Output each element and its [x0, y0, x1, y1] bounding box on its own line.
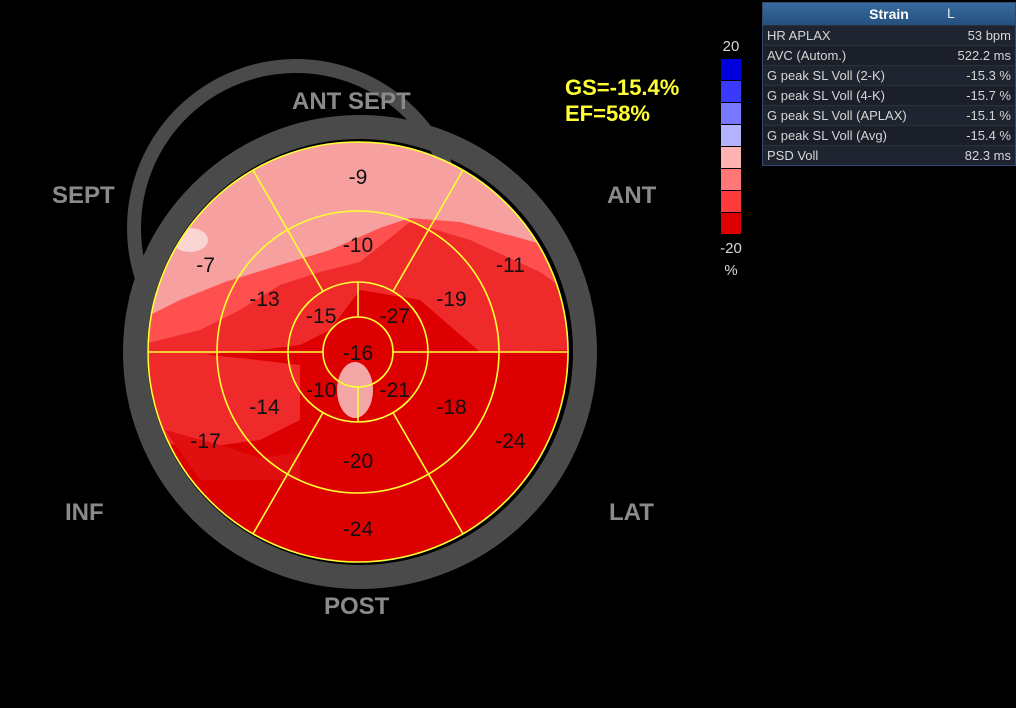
strain-panel-row: PSD Voll 82.3 ms [763, 145, 1015, 165]
apical-segment-value: -10 [306, 379, 336, 402]
scale-min-label: -20 [720, 240, 742, 257]
row-label: G peak SL Voll (2-K) [767, 68, 886, 83]
strain-panel: Strain L HR APLAX 53 bpm AVC (Autom.) 522.2… [762, 2, 1016, 166]
strain-panel-header: Strain L [763, 3, 1015, 25]
region-label-ant-sept: ANT SEPT [292, 88, 411, 115]
region-label-lat: LAT [609, 499, 654, 526]
scale-unit-label: % [724, 262, 738, 279]
strain-panel-mark: L [947, 5, 955, 21]
scale-swatch [721, 147, 741, 168]
strain-panel-row: G peak SL Voll (APLAX) -15.1 % [763, 105, 1015, 125]
mid-segment-value: -10 [343, 234, 373, 257]
basal-segment-value: -7 [196, 254, 215, 277]
row-label: G peak SL Voll (4-K) [767, 88, 886, 103]
region-label-post: POST [324, 593, 390, 620]
mid-segment-value: -18 [436, 396, 466, 419]
mid-segment-value: -13 [249, 288, 279, 311]
basal-segment-value: -9 [349, 166, 368, 189]
region-label-ant: ANT [607, 182, 657, 209]
scale-swatch [721, 125, 741, 146]
scale-swatch [721, 103, 741, 124]
region-label-inf: INF [65, 499, 104, 526]
ejection-fraction-value: EF=58% [565, 101, 650, 126]
apical-pale-spot [337, 362, 373, 418]
strain-panel-row: G peak SL Voll (Avg) -15.4 % [763, 125, 1015, 145]
basal-segment-value: -24 [343, 518, 374, 541]
scale-swatch [721, 213, 741, 234]
row-value: 53 bpm [967, 28, 1011, 43]
row-value: 522.2 ms [957, 48, 1011, 63]
row-value: -15.7 % [966, 88, 1011, 103]
apical-segment-value: -21 [380, 379, 410, 402]
apical-segment-value: -15 [306, 305, 336, 328]
basal-segment-value: -24 [495, 430, 526, 453]
mid-segment-value: -20 [343, 450, 373, 473]
row-value: -15.3 % [966, 68, 1011, 83]
strain-panel-title: Strain [869, 6, 909, 22]
region-label-sept: SEPT [52, 182, 115, 209]
basal-segment-value: -11 [496, 254, 525, 277]
strain-panel-row: AVC (Autom.) 522.2 ms [763, 45, 1015, 65]
row-label: HR APLAX [767, 28, 831, 43]
scale-swatch [721, 81, 741, 102]
apex-segment-value: -16 [343, 342, 373, 365]
scale-swatch [721, 191, 741, 212]
strain-panel-row: HR APLAX 53 bpm [763, 25, 1015, 45]
row-label: PSD Voll [767, 148, 819, 163]
row-label: G peak SL Voll (APLAX) [767, 108, 907, 123]
row-value: -15.4 % [966, 128, 1011, 143]
scale-swatch [721, 169, 741, 190]
global-strain-value: GS=-15.4% [565, 75, 680, 100]
apical-segment-value: -27 [380, 305, 410, 328]
scale-max-label: 20 [722, 38, 740, 55]
mid-segment-value: -14 [249, 396, 280, 419]
row-value: 82.3 ms [964, 148, 1011, 163]
scale-swatch [721, 59, 741, 80]
mid-segment-value: -19 [436, 288, 466, 311]
row-value: -15.1 % [966, 108, 1011, 123]
row-label: AVC (Autom.) [767, 48, 847, 63]
row-label: G peak SL Voll (Avg) [767, 128, 887, 143]
strain-panel-row: G peak SL Voll (4-K) -15.7 % [763, 85, 1015, 105]
basal-segment-value: -17 [190, 430, 220, 453]
strain-panel-row: G peak SL Voll (2-K) -15.3 % [763, 65, 1015, 85]
